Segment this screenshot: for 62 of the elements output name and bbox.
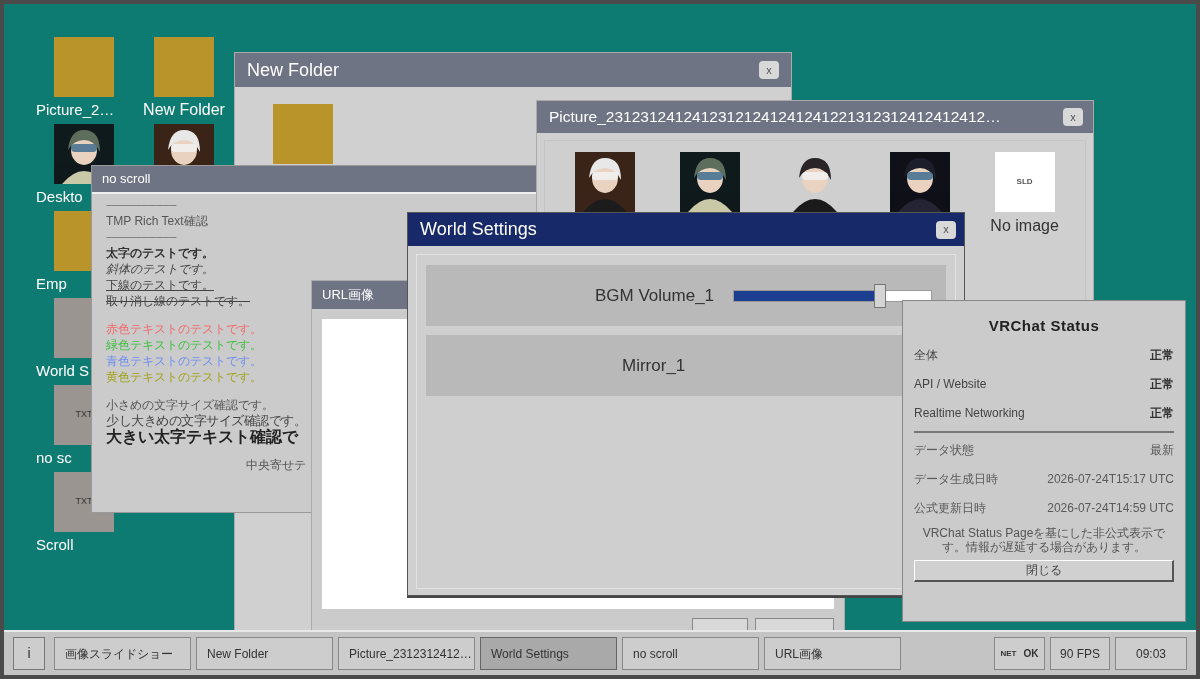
window-title: Picture_23123124124123121241241241221312312412412412… bbox=[549, 107, 1001, 128]
close-button[interactable]: x bbox=[1063, 108, 1083, 126]
icon-label: Emp bbox=[36, 274, 67, 294]
text-line: 中央寄せテ bbox=[246, 457, 306, 473]
icon-label: no sc bbox=[36, 448, 72, 468]
status-label: Realtime Networking bbox=[914, 405, 1025, 422]
disclaimer-text: VRChat Status Pageを基にした非公式表示です。情報が遅延する場合があります。 bbox=[921, 525, 1167, 554]
status-label: 全体 bbox=[914, 347, 938, 364]
status-label: 公式更新日時 bbox=[914, 500, 986, 517]
status-label: データ状態 bbox=[914, 442, 974, 459]
title-bar[interactable]: World Settings x bbox=[408, 213, 964, 246]
status-value: 正常 bbox=[1150, 347, 1174, 364]
status-value: 最新 bbox=[1150, 442, 1174, 459]
status-label: データ生成日時 bbox=[914, 471, 998, 488]
taskbar-button[interactable]: World Settings bbox=[480, 637, 617, 670]
icon-label: Deskto bbox=[36, 187, 83, 207]
title-bar[interactable]: New Folder x bbox=[235, 53, 791, 87]
image-placeholder[interactable]: SLD bbox=[994, 152, 1055, 212]
image-caption: No image bbox=[990, 216, 1059, 236]
taskbar-button[interactable]: Picture_2312312412… bbox=[338, 637, 475, 670]
window-title: no scroll bbox=[102, 170, 151, 189]
text-line: ------------------------------ bbox=[106, 230, 176, 244]
setting-label: BGM Volume_1 bbox=[595, 284, 715, 307]
taskbar-button[interactable]: URL画像 bbox=[764, 637, 901, 670]
close-button[interactable]: 閉じる bbox=[914, 559, 1174, 582]
text-line: TMP Rich Text確認 bbox=[106, 213, 208, 229]
status-value: 正常 bbox=[1150, 405, 1174, 422]
panel-title: VRChat Status bbox=[987, 316, 1101, 336]
text-line: 青色テキストのテストです。 bbox=[106, 353, 262, 369]
clock: 09:03 bbox=[1115, 637, 1187, 670]
text-line: 下線のテストです。 bbox=[106, 277, 214, 293]
text-line: ------------------------------ bbox=[106, 198, 176, 212]
fps-counter: 90 FPS bbox=[1050, 637, 1110, 670]
icon-label: Picture_2… bbox=[36, 100, 115, 120]
icon-label: World S bbox=[36, 361, 90, 381]
close-button[interactable]: x bbox=[759, 61, 779, 79]
icon-label: Scroll bbox=[36, 535, 74, 555]
text-line: 取り消し線のテストです。 bbox=[106, 293, 250, 309]
network-label: NET bbox=[1000, 647, 1017, 660]
text-line: 赤色テキストのテストです。 bbox=[106, 321, 262, 337]
status-value: 2026-07-24T14:59 UTC bbox=[1047, 500, 1174, 517]
window-title: World Settings bbox=[420, 218, 537, 241]
volume-slider[interactable] bbox=[733, 283, 933, 308]
status-value: 2026-07-24T15:17 UTC bbox=[1047, 471, 1174, 488]
text-line: 黄色テキストのテストです。 bbox=[106, 369, 262, 385]
taskbar-button[interactable]: no scroll bbox=[622, 637, 759, 670]
taskbar-button[interactable]: 画像スライドショー bbox=[54, 637, 191, 670]
window-title: New Folder bbox=[247, 58, 340, 82]
slider-thumb[interactable] bbox=[874, 283, 887, 308]
text-line: 斜体のテストです。 bbox=[106, 261, 214, 277]
title-bar[interactable]: Picture_23123124124123121241241241221312312412412412… x bbox=[537, 101, 1093, 133]
setting-label: Mirror_1 bbox=[622, 354, 686, 377]
icon-label: New Folder bbox=[143, 100, 225, 120]
taskbar-button[interactable]: New Folder bbox=[196, 637, 333, 670]
status-value: 正常 bbox=[1150, 376, 1174, 393]
close-button[interactable]: x bbox=[936, 220, 956, 239]
info-button[interactable]: i bbox=[13, 637, 45, 670]
text-line: 緑色テキストのテストです。 bbox=[106, 337, 262, 353]
status-label: API / Website bbox=[914, 376, 987, 393]
window-title: URL画像 bbox=[322, 286, 374, 305]
network-value: OK bbox=[1023, 647, 1039, 661]
text-line: 太字のテストです。 bbox=[106, 245, 214, 261]
